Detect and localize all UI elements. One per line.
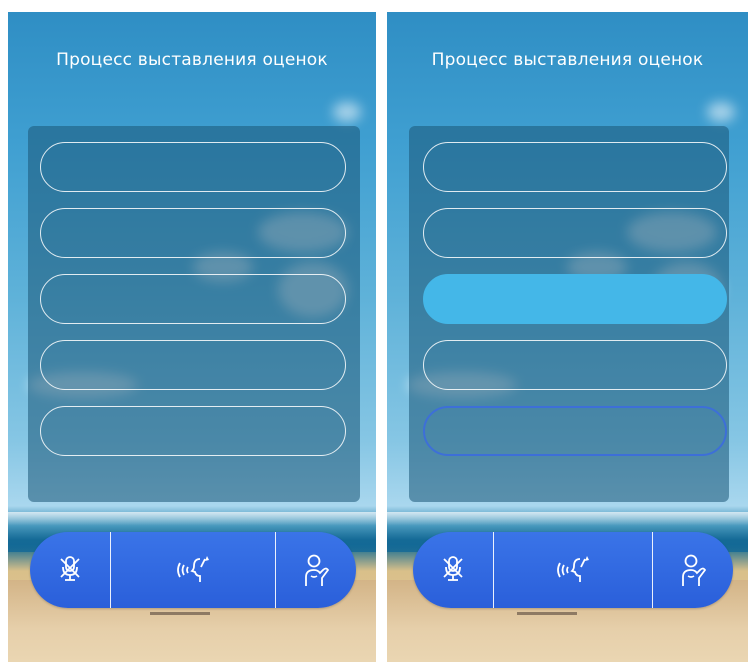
cloud <box>707 102 735 122</box>
bottom-toolbar <box>413 532 733 608</box>
rating-panel <box>409 126 729 502</box>
cloud <box>333 102 361 122</box>
mute-mic-button[interactable] <box>30 532 111 608</box>
raise-hand-button[interactable] <box>276 532 356 608</box>
phone-screen-initial: Процесс выставления оценок <box>8 12 376 662</box>
voice-speak-icon <box>170 553 216 587</box>
speak-button[interactable] <box>494 532 653 608</box>
bottom-toolbar <box>30 532 356 608</box>
rating-slot-3-selected[interactable] <box>423 274 727 324</box>
sand-stick <box>517 612 577 615</box>
raise-hand-button[interactable] <box>653 532 733 608</box>
sand-stick <box>150 612 210 615</box>
mute-mic-button[interactable] <box>413 532 494 608</box>
mic-muted-icon <box>55 553 85 587</box>
comparison-stage: Процесс выставления оценок Процесс выста… <box>0 0 748 662</box>
rating-slot-2[interactable] <box>40 208 346 258</box>
raise-hand-icon <box>676 552 710 588</box>
rating-slot-5[interactable] <box>40 406 346 456</box>
rating-slot-1[interactable] <box>423 142 727 192</box>
rating-slot-2[interactable] <box>423 208 727 258</box>
page-title: Процесс выставления оценок <box>431 50 704 70</box>
phone-screen-rated: Процесс выставления оценок <box>387 12 748 662</box>
page-title: Процесс выставления оценок <box>56 50 328 70</box>
speak-button[interactable] <box>111 532 276 608</box>
rating-panel <box>28 126 360 502</box>
rating-slot-1[interactable] <box>40 142 346 192</box>
rating-slot-4[interactable] <box>423 340 727 390</box>
rating-slot-5-focused[interactable] <box>423 406 727 456</box>
rating-slot-3[interactable] <box>40 274 346 324</box>
mic-muted-icon <box>438 553 468 587</box>
raise-hand-icon <box>299 552 333 588</box>
voice-speak-icon <box>550 553 596 587</box>
rating-slot-4[interactable] <box>40 340 346 390</box>
